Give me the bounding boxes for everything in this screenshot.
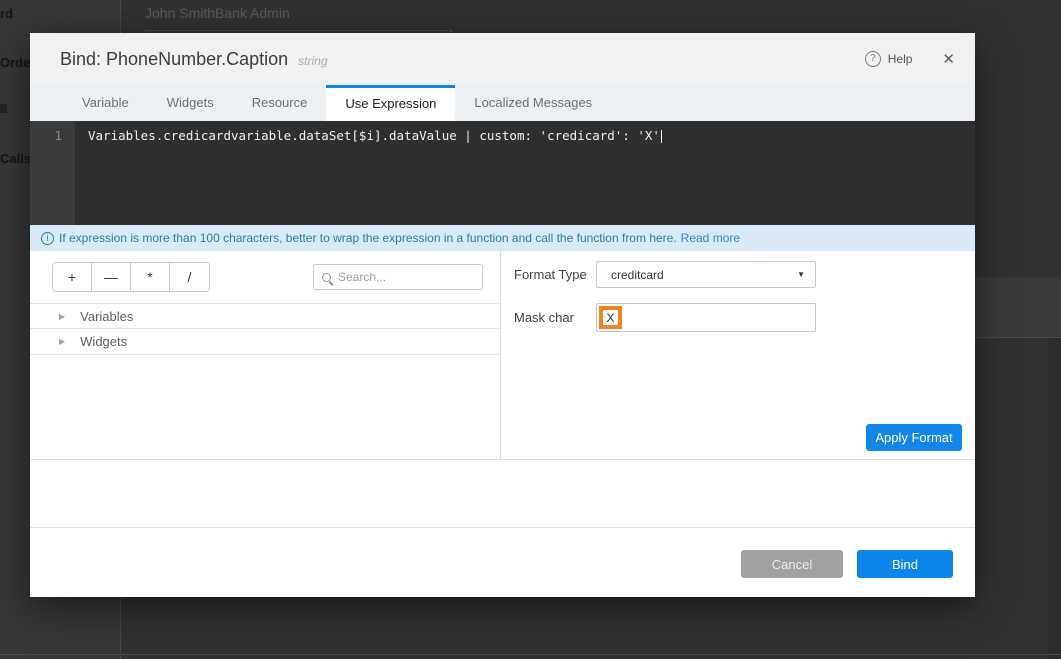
tab-use-expression[interactable]: Use Expression xyxy=(326,85,455,121)
background-user-label: John SmithBank Admin xyxy=(145,5,290,21)
expression-text: Variables.credicardvariable.dataSet[$i].… xyxy=(88,128,660,143)
tree-item-widgets[interactable]: ▶ Widgets xyxy=(30,329,500,355)
tree-item-label: Widgets xyxy=(80,334,127,349)
format-panel: Format Type creditcard ▼ Mask char X App… xyxy=(500,251,975,459)
background-bottom-divider xyxy=(0,654,1061,655)
format-type-label: Format Type xyxy=(514,267,587,282)
cancel-button[interactable]: Cancel xyxy=(741,550,843,578)
bind-dialog: Bind: PhoneNumber.Caption string ? Help … xyxy=(30,33,975,597)
operator-button-group: + — * / xyxy=(52,262,210,292)
tab-localized-messages[interactable]: Localized Messages xyxy=(455,85,611,121)
search-icon xyxy=(322,273,331,282)
expression-code-line[interactable]: Variables.credicardvariable.dataSet[$i].… xyxy=(75,121,662,225)
tab-variable[interactable]: Variable xyxy=(63,85,148,121)
expression-editor[interactable]: 1 Variables.credicardvariable.dataSet[$i… xyxy=(30,121,975,225)
sidebar-item-partial xyxy=(0,104,7,113)
close-icon[interactable]: ✕ xyxy=(942,50,955,68)
apply-format-button[interactable]: Apply Format xyxy=(866,424,962,451)
operator-plus-button[interactable]: + xyxy=(53,263,92,291)
binding-source-tree: ▶ Variables ▶ Widgets xyxy=(30,303,500,355)
chevron-right-icon[interactable]: ▶ xyxy=(59,337,65,346)
info-message: If expression is more than 100 character… xyxy=(59,231,677,245)
search-input[interactable] xyxy=(338,270,468,284)
text-cursor xyxy=(661,130,662,143)
tree-item-variables[interactable]: ▶ Variables xyxy=(30,303,500,329)
mask-char-highlighted-value: X xyxy=(599,306,622,329)
dialog-footer: Cancel Bind xyxy=(30,527,975,597)
read-more-link[interactable]: Read more xyxy=(681,231,740,245)
dialog-tabs: Variable Widgets Resource Use Expression… xyxy=(30,85,975,121)
search-box xyxy=(313,264,483,290)
dialog-header: Bind: PhoneNumber.Caption string ? Help … xyxy=(30,33,975,85)
tree-item-label: Variables xyxy=(80,309,133,324)
operator-divide-button[interactable]: / xyxy=(170,263,209,291)
help-icon[interactable]: ? xyxy=(865,51,881,67)
help-button[interactable]: Help xyxy=(888,52,913,66)
mask-char-label: Mask char xyxy=(514,310,574,325)
info-icon: i xyxy=(41,232,54,245)
chevron-down-icon: ▼ xyxy=(797,270,805,279)
bound-property-type: string xyxy=(298,50,327,68)
background-panel-band xyxy=(975,277,1061,338)
bind-button[interactable]: Bind xyxy=(857,550,953,578)
dialog-title: Bind: PhoneNumber.Caption xyxy=(60,49,288,70)
dialog-empty-area xyxy=(30,460,975,527)
chevron-right-icon[interactable]: ▶ xyxy=(59,312,65,321)
sidebar-item-calls[interactable]: Calls xyxy=(0,151,31,166)
background-right-strip xyxy=(1048,338,1061,659)
sidebar-item-rd[interactable]: rd xyxy=(0,6,13,21)
mask-char-input[interactable]: X xyxy=(596,303,816,332)
editor-line-number: 1 xyxy=(30,121,75,225)
format-type-select[interactable]: creditcard ▼ xyxy=(596,261,816,288)
format-type-value: creditcard xyxy=(611,268,797,282)
source-panel: + — * / ▶ Variables ▶ Widgets xyxy=(30,251,500,459)
tab-widgets[interactable]: Widgets xyxy=(148,85,233,121)
info-banner: i If expression is more than 100 charact… xyxy=(30,225,975,251)
operator-minus-button[interactable]: — xyxy=(92,263,131,291)
operator-multiply-button[interactable]: * xyxy=(131,263,170,291)
tab-resource[interactable]: Resource xyxy=(233,85,327,121)
expression-builder-section: + — * / ▶ Variables ▶ Widgets xyxy=(30,251,975,460)
